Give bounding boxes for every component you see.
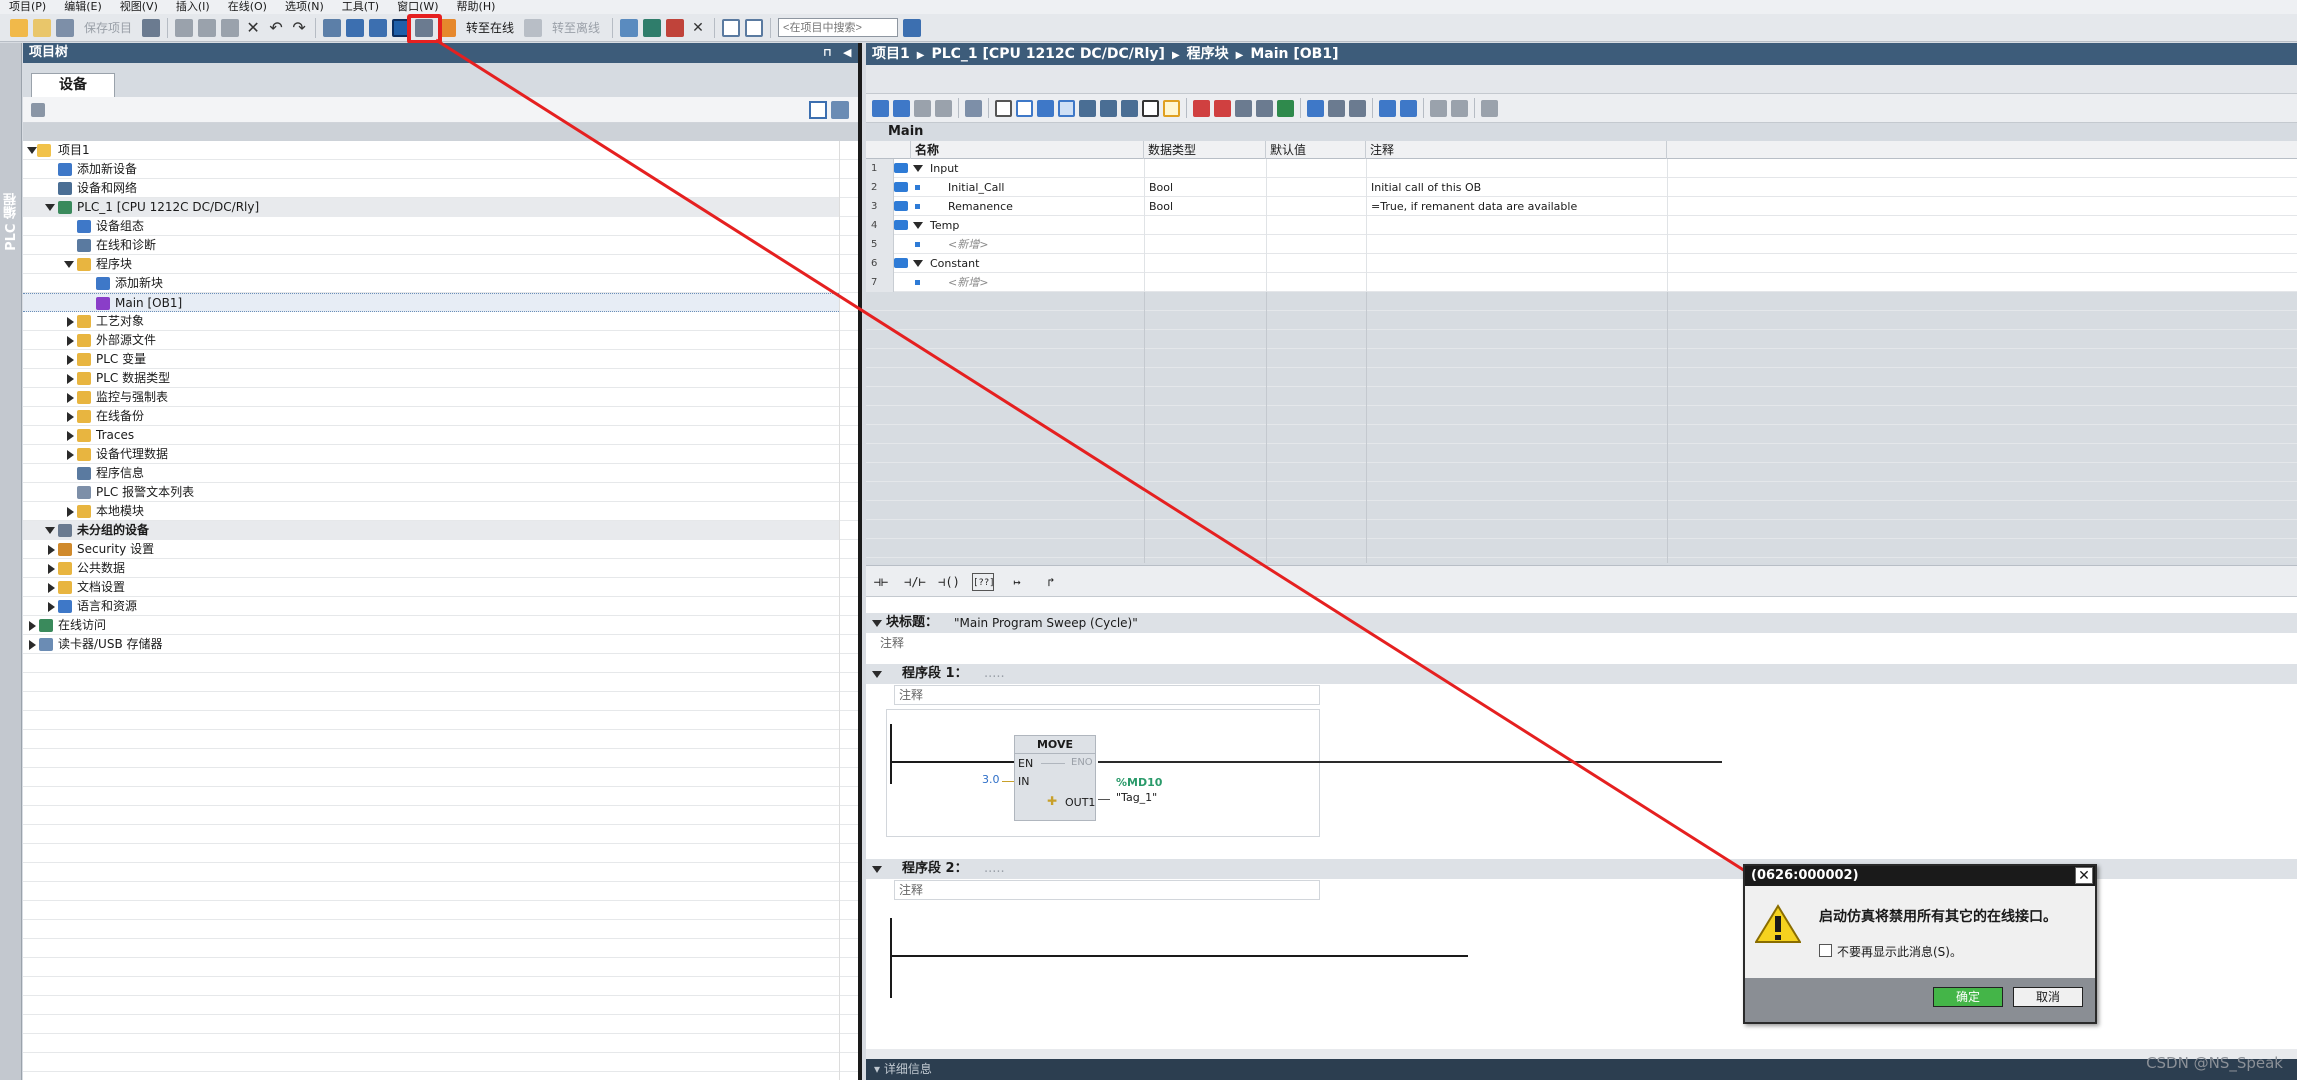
arrow-line <box>435 38 1921 984</box>
dialog-button-bar: 确定 取消 <box>1745 978 2095 1022</box>
close-icon[interactable]: ✕ <box>2075 867 2093 884</box>
dialog-title: (0626:000002) <box>1745 866 2095 886</box>
dont-show-again-label: 不要再显示此消息(S)。 <box>1837 945 1962 959</box>
watermark: CSDN @NS_Speak <box>2146 1054 2283 1072</box>
ok-button[interactable]: 确定 <box>1933 987 2003 1007</box>
simulation-warning-dialog: (0626:000002) ✕ 启动仿真将禁用所有其它的在线接口。 不要再显示此… <box>1743 864 2097 1024</box>
warning-icon <box>1755 904 1801 943</box>
dont-show-again-checkbox[interactable] <box>1819 944 1832 957</box>
cancel-button[interactable]: 取消 <box>2013 987 2083 1007</box>
dialog-message: 启动仿真将禁用所有其它的在线接口。 <box>1819 909 2057 925</box>
